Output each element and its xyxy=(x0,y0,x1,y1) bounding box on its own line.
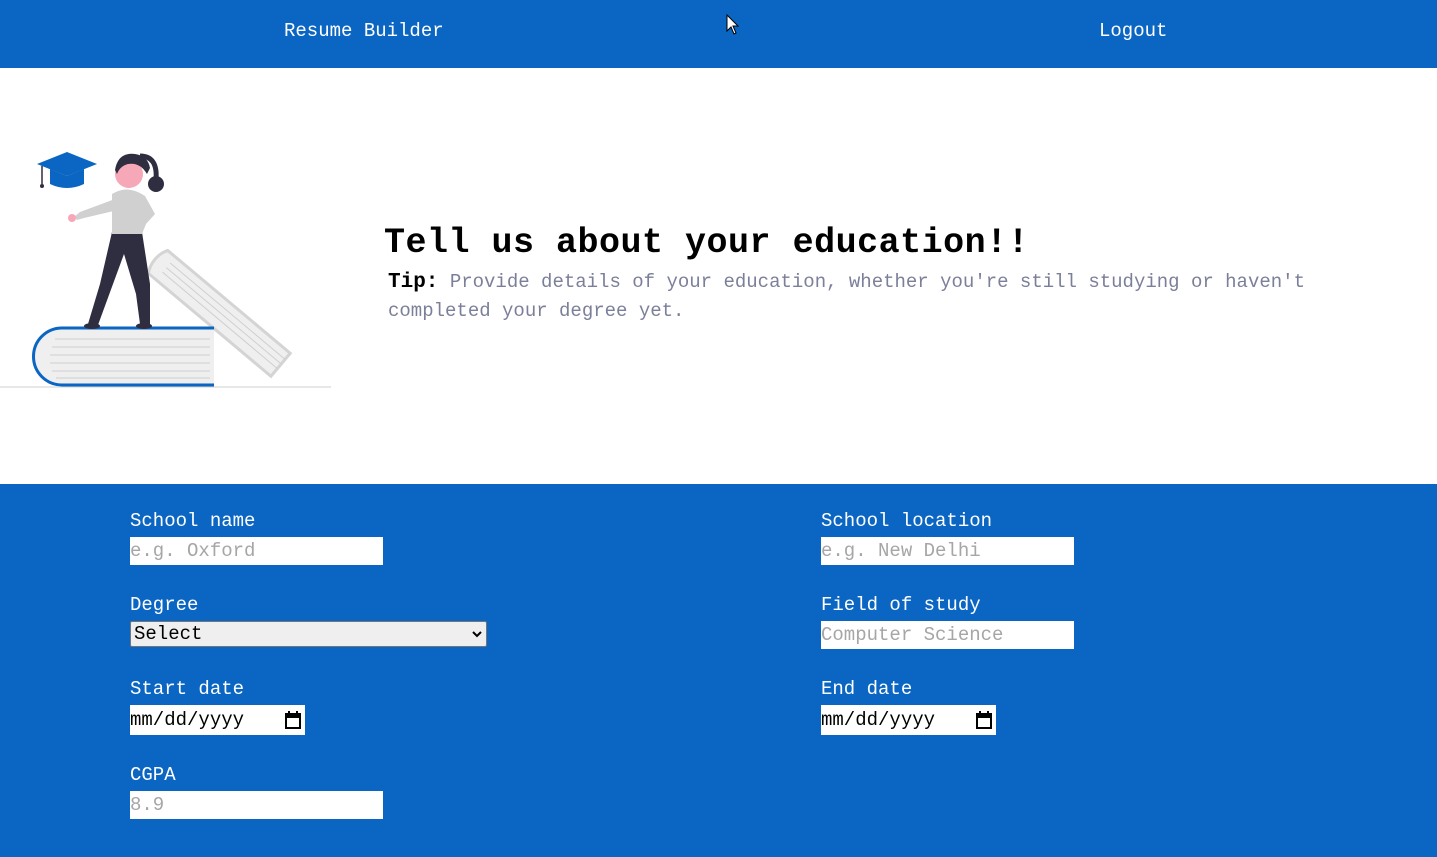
calendar-icon[interactable] xyxy=(976,711,992,729)
degree-label: Degree xyxy=(130,594,199,616)
start-date-label: Start date xyxy=(130,678,245,700)
nav-brand-link[interactable]: Resume Builder xyxy=(284,20,444,42)
education-form: School name School location Degree Selec… xyxy=(0,484,1437,857)
field-of-study-label: Field of study xyxy=(821,594,981,616)
student-on-books-illustration xyxy=(0,152,331,388)
start-date-value: mm/dd/yyyy xyxy=(130,709,245,731)
end-date-value: mm/dd/yyyy xyxy=(821,709,936,731)
school-name-input[interactable] xyxy=(130,537,383,565)
school-location-label: School location xyxy=(821,510,993,532)
start-date-input[interactable]: mm/dd/yyyy xyxy=(130,705,305,735)
tip-text: Tip: Provide details of your education, … xyxy=(388,268,1388,326)
tip-body: Provide details of your education, wheth… xyxy=(388,271,1305,322)
degree-select-value: Select xyxy=(134,623,203,645)
graduation-cap-icon xyxy=(37,152,97,188)
cursor-icon xyxy=(726,14,740,35)
school-location-input[interactable] xyxy=(821,537,1074,565)
calendar-icon[interactable] xyxy=(285,711,301,729)
degree-select[interactable]: Select xyxy=(130,621,487,647)
tip-label: Tip: xyxy=(388,271,439,294)
end-date-field: End date mm/dd/yyyy xyxy=(821,678,996,735)
page-title: Tell us about your education!! xyxy=(384,223,1030,263)
end-date-input[interactable]: mm/dd/yyyy xyxy=(821,705,996,735)
degree-field: Degree Select xyxy=(130,594,487,647)
start-date-field: Start date mm/dd/yyyy xyxy=(130,678,305,735)
navbar: Resume Builder Logout xyxy=(0,0,1437,68)
cgpa-input[interactable] xyxy=(130,791,383,819)
school-name-field: School name xyxy=(130,510,383,565)
field-of-study-field: Field of study xyxy=(821,594,1074,649)
school-name-label: School name xyxy=(130,510,256,532)
cgpa-label: CGPA xyxy=(130,764,176,786)
field-of-study-input[interactable] xyxy=(821,621,1074,649)
hero-section: Tell us about your education!! Tip: Prov… xyxy=(0,68,1437,484)
end-date-label: End date xyxy=(821,678,913,700)
logout-link[interactable]: Logout xyxy=(1099,20,1167,42)
school-location-field: School location xyxy=(821,510,1074,565)
cgpa-field: CGPA xyxy=(130,764,383,819)
chevron-down-icon xyxy=(472,622,482,655)
